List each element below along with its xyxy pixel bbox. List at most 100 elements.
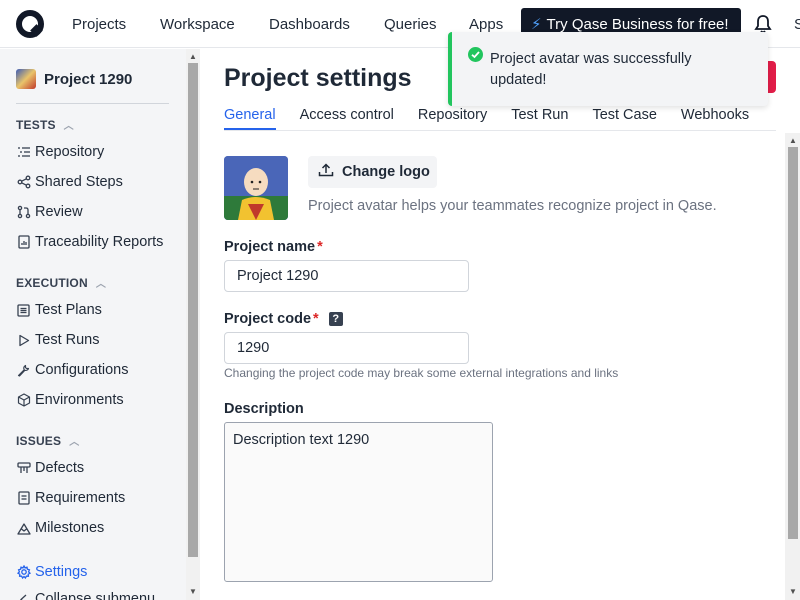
scroll-up-arrow-icon[interactable]: ▲ xyxy=(189,52,197,61)
try-business-label: Try Qase Business for free! xyxy=(546,15,729,33)
check-circle-icon xyxy=(468,47,483,62)
sidebar-item-label: Milestones xyxy=(35,520,105,536)
section-tests-title: TESTS xyxy=(16,117,56,132)
sidebar-item-settings[interactable]: Settings xyxy=(16,564,87,580)
sidebar-collapse-submenu[interactable]: Collapse submenu xyxy=(16,591,155,600)
description-label-text: Description xyxy=(224,401,304,417)
sidebar-item-test-plans[interactable]: Test Plans xyxy=(16,302,102,318)
required-asterisk: * xyxy=(313,311,319,327)
scroll-up-arrow-icon[interactable]: ▲ xyxy=(789,136,797,145)
sidebar-scrollbar-thumb[interactable] xyxy=(188,63,198,557)
main-content: Project settings General Access control … xyxy=(200,49,800,600)
tab-access-control[interactable]: Access control xyxy=(300,107,394,130)
share-nodes-icon xyxy=(16,175,31,190)
sidebar-item-label: Defects xyxy=(35,460,85,476)
sidebar-item-environments[interactable]: Environments xyxy=(16,392,124,408)
sidebar-scrollbar[interactable]: ▲ ▼ xyxy=(186,49,200,600)
sidebar-project-header[interactable]: Project 1290 xyxy=(16,69,132,89)
gear-icon xyxy=(16,565,31,580)
qase-logo-icon[interactable] xyxy=(15,9,45,39)
nav-apps[interactable]: Apps xyxy=(469,16,503,33)
scroll-down-arrow-icon[interactable]: ▼ xyxy=(189,587,197,596)
nav-dashboards[interactable]: Dashboards xyxy=(269,16,350,33)
nav-queries[interactable]: Queries xyxy=(384,16,437,33)
project-code-label-text: Project code xyxy=(224,311,312,327)
mountain-icon xyxy=(16,521,31,536)
settings-tabs: General Access control Repository Test R… xyxy=(224,107,773,130)
chevron-up-icon: ︿ xyxy=(95,279,107,290)
nav-projects[interactable]: Projects xyxy=(72,16,126,33)
sidebar-item-review[interactable]: Review xyxy=(16,204,83,220)
report-icon xyxy=(16,235,31,250)
sidebar-item-defects[interactable]: Defects xyxy=(16,460,84,476)
sidebar-item-label: Repository xyxy=(35,144,105,160)
chevron-up-icon: ︿ xyxy=(63,121,74,132)
toast-message: Project avatar was successfully updated! xyxy=(490,51,692,88)
sidebar-item-label: Test Plans xyxy=(35,302,102,318)
project-code-input[interactable] xyxy=(224,332,469,364)
project-code-hint: Changing the project code may break some… xyxy=(224,366,619,380)
cube-icon xyxy=(16,393,31,408)
sidebar-item-label: Environments xyxy=(35,392,124,408)
list-icon xyxy=(16,145,31,160)
project-avatar xyxy=(16,69,36,89)
table-list-icon xyxy=(16,303,31,318)
tab-test-run[interactable]: Test Run xyxy=(511,107,568,130)
project-name-label: Project name * xyxy=(224,239,323,255)
change-logo-label: Change logo xyxy=(342,164,430,180)
sidebar-item-label: Review xyxy=(35,204,83,220)
sidebar-project-name: Project 1290 xyxy=(44,70,133,88)
sidebar-divider xyxy=(16,103,169,104)
section-issues[interactable]: ISSUES ︿ xyxy=(16,433,80,449)
sidebar-item-label: Collapse submenu xyxy=(35,591,156,600)
arrow-left-icon xyxy=(16,592,31,600)
sidebar-item-test-runs[interactable]: Test Runs xyxy=(16,332,99,348)
project-name-label-text: Project name xyxy=(224,239,316,255)
logo-help-text: Project avatar helps your teammates reco… xyxy=(308,198,717,214)
sidebar-item-label: Shared Steps xyxy=(35,174,123,190)
change-logo-button[interactable]: Change logo xyxy=(308,156,437,188)
sidebar: Project 1290 TESTS ︿ Repository Shared S… xyxy=(0,49,200,600)
sidebar-item-shared-steps[interactable]: Shared Steps xyxy=(16,174,123,190)
chevron-up-icon: ︿ xyxy=(69,437,80,448)
tab-test-case[interactable]: Test Case xyxy=(592,107,656,130)
sidebar-item-label: Test Runs xyxy=(35,332,100,348)
success-toast[interactable]: Project avatar was successfully updated! xyxy=(448,32,768,106)
description-textarea[interactable]: Description text 1290 xyxy=(224,422,493,582)
upload-icon xyxy=(318,163,334,181)
nav-workspace[interactable]: Workspace xyxy=(160,16,235,33)
page-title: Project settings xyxy=(224,64,412,92)
bell-icon[interactable] xyxy=(754,14,772,34)
tab-repository[interactable]: Repository xyxy=(418,107,487,130)
main-scrollbar[interactable]: ▲ ▼ xyxy=(785,133,800,600)
scroll-down-arrow-icon[interactable]: ▼ xyxy=(789,587,797,596)
main-scrollbar-thumb[interactable] xyxy=(788,147,798,539)
project-code-label: Project code * ? xyxy=(224,311,343,327)
document-icon xyxy=(16,491,31,506)
sidebar-item-repository[interactable]: Repository xyxy=(16,144,104,160)
lightning-icon: ⚡ xyxy=(531,16,542,33)
sidebar-item-label: Settings xyxy=(35,564,88,580)
bug-board-icon xyxy=(16,461,31,476)
play-icon xyxy=(16,333,31,348)
tab-webhooks[interactable]: Webhooks xyxy=(681,107,749,130)
section-issues-title: ISSUES xyxy=(16,433,62,448)
section-tests[interactable]: TESTS ︿ xyxy=(16,117,74,133)
wrench-icon xyxy=(16,363,31,378)
sidebar-item-label: Requirements xyxy=(35,490,126,506)
section-execution-title: EXECUTION xyxy=(16,275,88,290)
required-asterisk: * xyxy=(317,239,323,255)
tab-general[interactable]: General xyxy=(224,107,276,130)
sidebar-item-milestones[interactable]: Milestones xyxy=(16,520,104,536)
sidebar-item-requirements[interactable]: Requirements xyxy=(16,490,125,506)
git-pull-request-icon xyxy=(16,205,31,220)
project-name-input[interactable] xyxy=(224,260,469,292)
sidebar-item-traceability-reports[interactable]: Traceability Reports xyxy=(16,234,163,250)
sidebar-item-configurations[interactable]: Configurations xyxy=(16,362,129,378)
project-logo-image xyxy=(224,156,288,220)
help-icon[interactable]: ? xyxy=(328,312,343,326)
nav-cut-item[interactable]: S xyxy=(794,16,800,33)
section-execution[interactable]: EXECUTION ︿ xyxy=(16,275,107,291)
tabs-divider xyxy=(224,130,776,131)
sidebar-item-label: Configurations xyxy=(35,362,129,378)
